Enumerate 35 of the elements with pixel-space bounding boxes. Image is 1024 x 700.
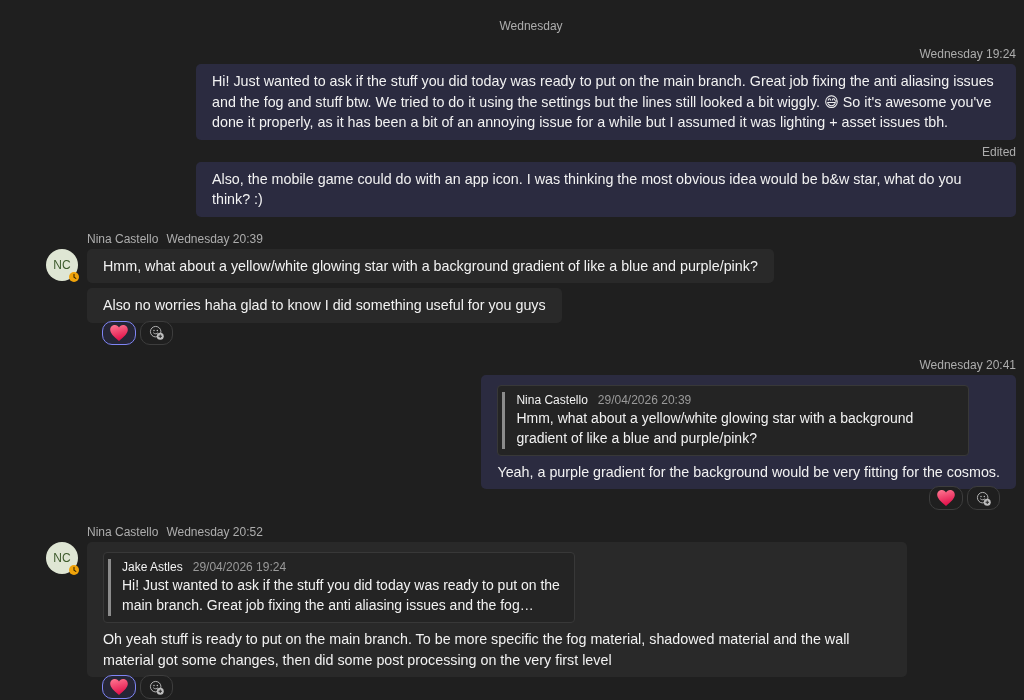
reaction-button[interactable] bbox=[102, 320, 136, 345]
quoted-message[interactable]: Jake Astles 29/04/2026 19:24 Hi! Just wanted to ask if the stuff you did today was ready to put on the main branch. Great job fixing the anti aliasing issues and the fog… bbox=[103, 552, 575, 623]
quote-sender: Jake Astles bbox=[122, 559, 183, 575]
quote-time: 29/04/2026 20:39 bbox=[597, 391, 692, 408]
message-text: Oh yeah stuff is ready to put on the main branch. To be more specific the fog material, shadowed material and the wall material got some changes, then did some post processing on the very first level bbox=[103, 630, 851, 670]
quote-sender: Nina Castello bbox=[516, 391, 588, 408]
quoted-message[interactable]: Nina Castello 29/04/2026 20:39 Hmm, what about a yellow/white glowing star with a background gradient of like a blue and purple/pink? bbox=[497, 384, 970, 456]
avatar: NC bbox=[46, 542, 78, 574]
message-time: Wednesday 20:52 bbox=[166, 524, 263, 540]
date-divider: Wednesday bbox=[499, 18, 563, 34]
smiley-plus-icon bbox=[976, 490, 991, 506]
avatar: NC bbox=[46, 248, 78, 281]
message-time: Wednesday 20:39 bbox=[166, 230, 263, 247]
sender-name: Nina Castello bbox=[87, 524, 159, 540]
reaction-button[interactable] bbox=[102, 675, 136, 699]
heart-icon bbox=[110, 679, 128, 695]
quote-text: Hi! Just wanted to ask if the stuff you did today was ready to put on the main branch. Great job fixing the anti aliasing issues and the fog… bbox=[122, 576, 561, 615]
sender-name: Nina Castello bbox=[87, 230, 159, 247]
message-text: Hmm, what about a yellow/white glowing star with a background gradient of like a blue and purple/pink? bbox=[103, 256, 758, 276]
smiley-plus-icon bbox=[149, 325, 164, 340]
quote-text: Hmm, what about a yellow/white glowing star with a background gradient of like a blue and purple/pink? bbox=[516, 408, 915, 448]
smiley-plus-icon bbox=[149, 679, 164, 695]
add-reaction-button[interactable] bbox=[967, 486, 1000, 510]
message-text: Also no worries haha glad to know I did something useful for you guys bbox=[103, 296, 546, 315]
heart-icon bbox=[937, 490, 955, 506]
quote-time: 29/04/2026 19:24 bbox=[192, 559, 287, 575]
message-text: Also, the mobile game could do with an app icon. I was thinking the most obvious idea would be b&w star, what do you think? :) bbox=[212, 169, 963, 209]
message-text: Hi! Just wanted to ask if the stuff you did today was ready to put on the main branch. Great job fixing the anti aliasing issues and the fog and stuff btw. We tried to do it using the settings but the lines still looked a bit wiggly. 😅 So it's awesome you've done it properly, as it has been a bit of an annoying issue for a while but I assumed it was lighting + asset issues tbh. bbox=[212, 72, 995, 132]
add-reaction-button[interactable] bbox=[140, 675, 173, 699]
timestamp: Wednesday 19:24 bbox=[919, 46, 1016, 62]
edited-label: Edited bbox=[981, 143, 1016, 160]
heart-icon bbox=[110, 324, 128, 341]
message-text: Yeah, a purple gradient for the background would be very fitting for the cosmos. bbox=[497, 462, 1000, 482]
timestamp: Wednesday 20:41 bbox=[919, 356, 1016, 373]
reaction-button[interactable] bbox=[929, 486, 963, 510]
